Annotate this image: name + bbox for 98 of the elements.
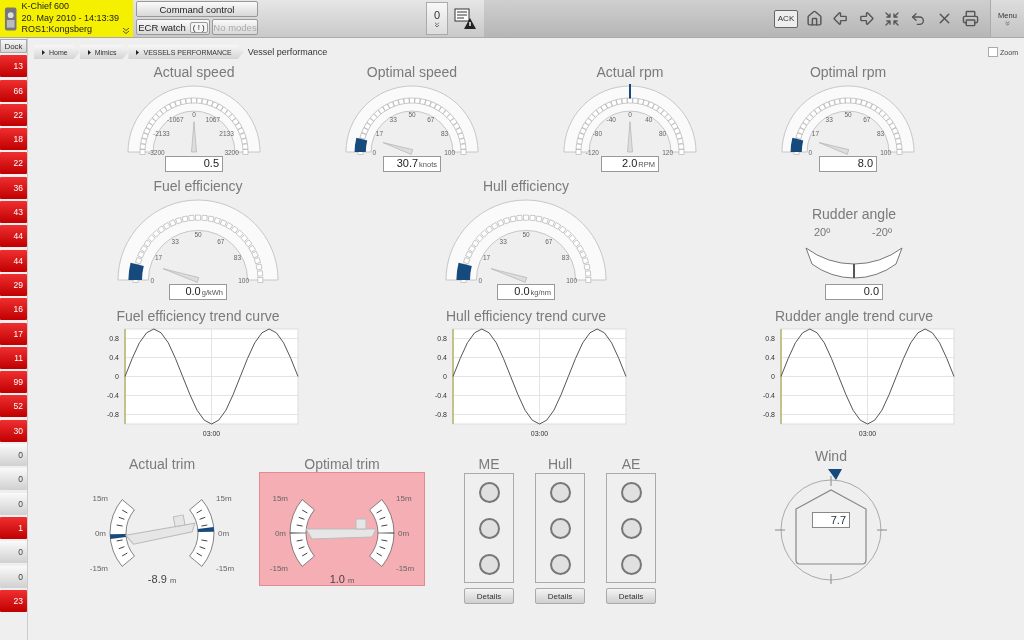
alarm-count-button[interactable]: 0: [0, 468, 27, 491]
panel-title: ME: [478, 456, 500, 473]
page-title: Vessel performance: [247, 47, 328, 57]
home-icon: [805, 10, 823, 27]
chart-title: Rudder angle trend curve: [775, 308, 933, 325]
details-button[interactable]: Details: [464, 588, 514, 605]
chart-title: Fuel efficiency trend curve: [116, 308, 280, 325]
scale-label: 15m: [272, 494, 288, 504]
wind-direction-icon: [828, 469, 842, 481]
alarm-count-button[interactable]: 36: [0, 176, 27, 199]
indicator-band: [456, 262, 472, 281]
alarm-count-button[interactable]: 0: [0, 565, 27, 588]
scale-label: 0m: [398, 529, 410, 539]
alarm-count-button[interactable]: 11: [0, 346, 27, 369]
dock-button[interactable]: Dock: [0, 39, 27, 53]
scale-label: 0m: [94, 529, 106, 539]
alarm-count-button[interactable]: 23: [0, 589, 27, 612]
gauge-needle: [627, 121, 633, 153]
ship-drawing: [305, 518, 377, 540]
details-button[interactable]: Details: [606, 588, 656, 605]
alarm-count-button[interactable]: 44: [0, 225, 27, 248]
triangle-icon: [136, 49, 140, 55]
scale-label: -15m: [269, 564, 288, 574]
gauge-title: Optimal rpm: [809, 64, 887, 81]
gauge-title: Actual speed: [153, 64, 235, 81]
gauge-title: Rudder angle: [811, 206, 897, 223]
gauge-title: Wind: [815, 448, 847, 465]
date-time: 20. May 2010 - 14:13:39: [21, 12, 119, 25]
alarm-counter[interactable]: 0: [426, 2, 448, 35]
alarm-count-button[interactable]: 30: [0, 419, 27, 442]
chart-title: Hull efficiency trend curve: [445, 308, 606, 325]
alarm-count-button[interactable]: 1: [0, 516, 27, 539]
watch-button[interactable]: ECR watch ( ! ): [136, 19, 210, 35]
indicator-band: [790, 137, 804, 153]
scale-label: -15m: [89, 564, 108, 574]
gauge-title: Optimal trim: [304, 456, 380, 473]
indicator-band: [354, 137, 368, 153]
triangle-icon: [87, 49, 91, 55]
scale-label: 15m: [92, 494, 108, 504]
value-display: 8.0: [819, 156, 877, 173]
scale-label: 0m: [218, 529, 230, 539]
alarm-list-icon: [454, 7, 478, 30]
acknowledge-button[interactable]: ACK: [774, 9, 798, 28]
chevrons-down-icon: [433, 20, 441, 29]
printer-icon: [961, 10, 979, 27]
gauge-needle: [162, 268, 200, 283]
value-display: 0.0: [825, 284, 883, 301]
app-title: K-Chief 600: [21, 1, 70, 13]
alarm-count-button[interactable]: 22: [0, 152, 27, 175]
alarm-count-button[interactable]: 0: [0, 444, 27, 467]
scale-label: 15m: [396, 494, 412, 504]
panel-title: Hull: [547, 456, 573, 473]
alarm-count-button[interactable]: 43: [0, 201, 27, 224]
left-arrow-icon: [831, 10, 849, 27]
alarm-count-button[interactable]: 0: [0, 541, 27, 564]
alarm-count-button[interactable]: 0: [0, 492, 27, 515]
triangle-icon: [42, 49, 45, 55]
gauge-title: Optimal speed: [366, 64, 458, 81]
ship-drawing: [125, 514, 196, 545]
gauge-title: Hull efficiency: [482, 178, 570, 195]
value-display: 0.5: [165, 156, 223, 173]
shrink-icon: [884, 10, 900, 27]
alarm-count-button[interactable]: 29: [0, 273, 27, 296]
print-button[interactable]: [960, 8, 980, 29]
alarm-count-button[interactable]: 99: [0, 371, 27, 394]
scale-label: 15m: [216, 494, 232, 504]
command-control-button[interactable]: Command control: [136, 1, 258, 17]
gauge-needle: [191, 121, 197, 153]
logo-icon: [4, 5, 18, 32]
scale-label: -15m: [216, 564, 235, 574]
alarm-count-button[interactable]: 17: [0, 322, 27, 345]
wind-value: 7.7: [812, 512, 850, 529]
scale-label: -15m: [396, 564, 415, 574]
gauge-title: Actual trim: [128, 456, 196, 473]
undo-arrow-icon: [910, 10, 926, 27]
scale-label: -20º: [872, 226, 892, 239]
trim-marker: [197, 527, 214, 533]
dropdown-icon[interactable]: [123, 28, 129, 34]
indicator-mark: [629, 84, 631, 99]
alarm-count-button[interactable]: 13: [0, 55, 27, 78]
alarm-count-button[interactable]: 16: [0, 298, 27, 321]
gauge-title: Actual rpm: [596, 64, 664, 81]
indicator-band: [128, 262, 144, 281]
alarm-count-button[interactable]: 52: [0, 395, 27, 418]
alarm-count-button[interactable]: 44: [0, 249, 27, 272]
alarm-count-button[interactable]: 18: [0, 128, 27, 151]
home-button[interactable]: [804, 8, 824, 29]
location-text: ROS1:Kongsberg: [21, 24, 93, 36]
details-button[interactable]: Details: [535, 588, 585, 605]
panel-title: AE: [621, 456, 641, 473]
scale-label: 20º: [814, 226, 831, 239]
alarm-count-button[interactable]: 66: [0, 79, 27, 102]
right-arrow-icon: [857, 10, 875, 27]
chevrons-down-icon: [1004, 19, 1011, 27]
alarm-count-button[interactable]: 22: [0, 103, 27, 126]
scale-label: 0m: [274, 529, 286, 539]
gauge-title: Fuel efficiency: [153, 178, 243, 195]
gauge-needle: [490, 268, 528, 283]
